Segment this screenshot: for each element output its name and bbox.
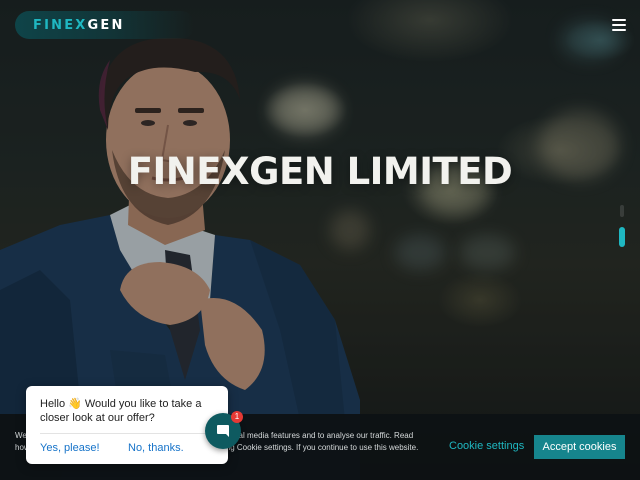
chat-bubble-icon xyxy=(217,425,229,437)
site-logo[interactable]: FINEXGEN xyxy=(15,11,195,39)
menu-line xyxy=(612,19,626,21)
accept-cookies-button[interactable]: Accept cookies xyxy=(534,435,625,459)
logo-text-main: GEN xyxy=(87,17,125,33)
chat-yes-button[interactable]: Yes, please! xyxy=(40,442,100,454)
logo-text-accent: FINEX xyxy=(33,17,88,33)
chat-divider xyxy=(40,433,216,434)
cookie-settings-link[interactable]: Cookie settings xyxy=(449,440,524,452)
chat-message: Hello 👋 Would you like to take a closer … xyxy=(40,398,202,424)
hamburger-menu-icon[interactable] xyxy=(612,19,626,31)
slider-pagination xyxy=(618,205,626,257)
chat-popup: Hello 👋 Would you like to take a closer … xyxy=(26,386,228,464)
menu-line xyxy=(612,24,626,26)
logo-text: FINEXGEN xyxy=(33,18,125,33)
slide-dot-2-active[interactable] xyxy=(619,227,625,247)
chat-no-button[interactable]: No, thanks. xyxy=(128,442,184,454)
chat-notification-badge: 1 xyxy=(231,411,243,423)
hero-title: FINEXGEN LIMITED xyxy=(127,150,513,193)
slide-dot-1[interactable] xyxy=(620,205,624,217)
menu-line xyxy=(612,29,626,31)
